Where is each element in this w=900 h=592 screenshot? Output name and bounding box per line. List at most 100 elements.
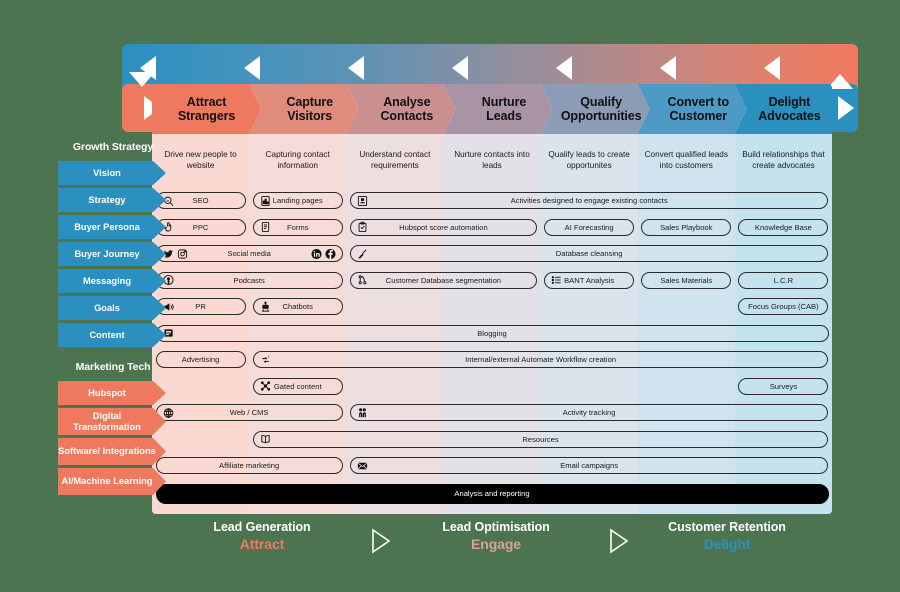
pill-lcr[interactable]: L.C.R — [738, 271, 829, 289]
stage-header-5[interactable]: Qualify Opportunities — [540, 84, 650, 134]
stage-title-line2: Contacts — [380, 109, 434, 123]
pill-right-icons — [311, 248, 336, 259]
pill-email-campaigns[interactable]: Email campaigns — [349, 457, 829, 474]
pill-ppc[interactable]: PPC — [155, 218, 246, 236]
pill-bant-analysis[interactable]: BANT Analysis — [544, 271, 635, 289]
stage-title-line2: Customer — [669, 109, 728, 123]
sidebar-item-digital-transformation[interactable]: Digital Transformation — [58, 408, 166, 435]
contact-card-icon — [357, 195, 368, 206]
segment-icon — [357, 275, 368, 286]
funnel-panel: Attract Strangers Capture Visitors Analyse Co… — [152, 84, 832, 514]
triangle-left-icon — [452, 56, 468, 80]
stage-title-line2: Visitors — [287, 109, 333, 123]
pill-resources[interactable]: Resources — [252, 430, 829, 448]
sidebar-item-label: Content — [89, 329, 125, 340]
pill-focus-groups[interactable]: Focus Groups (CAB) — [738, 298, 829, 315]
workflow-icon: 1 — [260, 354, 271, 365]
stage-description-text: Build relationships that create advocate… — [742, 150, 825, 170]
facebook-icon — [325, 248, 336, 259]
stage-description-text: Understand contact requirements — [359, 150, 431, 170]
stage-header-3[interactable]: Analyse Contacts — [346, 84, 456, 134]
footer-section-title: Customer Retention — [668, 520, 786, 534]
sidebar-item-ai-machine-learning[interactable]: AI/Machine Learning — [58, 468, 166, 495]
stage-header-4[interactable]: Nurture Leads — [443, 84, 553, 134]
pill-social-media[interactable]: Social media — [155, 245, 343, 262]
stage-header-6[interactable]: Convert to Customer — [637, 84, 747, 134]
sidebar-item-label: Digital Transformation — [73, 411, 141, 432]
pill-gated-content[interactable]: Gated content — [252, 377, 343, 395]
pill-customer-database-segmentation[interactable]: Customer Database segmentation — [349, 271, 538, 289]
pill-landing-pages[interactable]: Landing pages — [252, 192, 343, 209]
pill-label: AI Forecasting — [564, 222, 614, 232]
stage-header-2[interactable]: Capture Visitors — [249, 84, 359, 134]
pill-pr[interactable]: PR — [155, 298, 246, 315]
pill-analysis-reporting[interactable]: Analysis and reporting — [155, 483, 829, 504]
sidebar-item-messaging[interactable]: Messaging — [58, 269, 166, 293]
sidebar-item-label: AI/Machine Learning — [61, 476, 153, 487]
sidebar-item-buyer-persona[interactable]: Buyer Persona — [58, 215, 166, 239]
triangle-down-icon — [129, 72, 155, 87]
sidebar-item-software-integrations[interactable]: Software/ Integrations — [58, 438, 166, 465]
pill-activities-engage[interactable]: Activities designed to engage existing c… — [349, 192, 829, 209]
pill-web-cms[interactable]: Web / CMS — [155, 404, 343, 421]
pill-activity-tracking[interactable]: Activity tracking — [349, 404, 829, 421]
infographic-root: Attract Strangers Capture Visitors Analyse Co… — [0, 0, 900, 592]
pill-blogging[interactable]: Blogging — [155, 324, 829, 342]
stage-title-line1: Nurture — [481, 95, 527, 109]
linkedin-icon — [311, 248, 322, 259]
instagram-icon — [177, 248, 188, 259]
sidebar-item-strategy[interactable]: Strategy — [58, 188, 166, 212]
pill-knowledge-base[interactable]: Knowledge Base — [738, 218, 829, 236]
sidebar-item-buyer-journey[interactable]: Buyer Journey — [58, 242, 166, 266]
clipboard-check-icon — [357, 221, 368, 233]
form-doc-icon — [260, 221, 271, 233]
stage-title-line1: Qualify — [580, 95, 622, 109]
pill-label: L.C.R — [773, 275, 794, 285]
stage-description-text: Capturing contact information — [265, 150, 330, 170]
broom-icon — [357, 248, 368, 259]
pill-database-cleansing[interactable]: Database cleansing — [349, 245, 829, 262]
pill-label: Blogging — [477, 328, 507, 338]
pill-label: Activity tracking — [562, 408, 616, 417]
sidebar-item-label: Software/ Integrations — [58, 446, 156, 457]
stage-description-row: Drive new people to website Capturing con… — [152, 134, 832, 188]
pill-sales-materials[interactable]: Sales Materials — [641, 271, 732, 289]
sidebar-item-hubspot[interactable]: Hubspot — [58, 381, 166, 405]
stage-header-1[interactable]: Attract Strangers — [152, 84, 262, 134]
pill-label: Customer Database segmentation — [385, 275, 502, 285]
stage-header-7[interactable]: Delight Advocates — [734, 84, 832, 134]
stage-title-line2: Advocates — [758, 109, 821, 123]
footer-section-title: Lead Generation — [213, 520, 311, 534]
pill-label: Database cleansing — [555, 249, 623, 258]
footer-section-2: Lead Optimisation Engage — [386, 520, 606, 552]
pill-affiliate-marketing[interactable]: Affiliate marketing — [155, 457, 343, 474]
pill-sales-playbook[interactable]: Sales Playbook — [641, 218, 732, 236]
pill-surveys[interactable]: Surveys — [738, 377, 829, 395]
pill-seo[interactable]: SEO — [155, 192, 246, 209]
pill-label: Email campaigns — [560, 461, 619, 470]
pill-label: Advertising — [181, 355, 220, 364]
pill-advertising[interactable]: Advertising — [155, 351, 246, 368]
footer-section-title: Lead Optimisation — [442, 520, 550, 534]
pill-workflow-creation[interactable]: 1 Internal/external Automate Workflow cre… — [252, 351, 829, 368]
pill-chatbots[interactable]: Chatbots — [252, 298, 343, 315]
sidebar-group-title: Growth Strategy — [72, 141, 154, 153]
book-icon — [260, 434, 271, 445]
stage-description-text: Convert qualified leads into customers — [644, 150, 728, 170]
stage-title-line2: Leads — [486, 109, 522, 123]
triangle-left-icon — [764, 56, 780, 80]
sidebar-item-content[interactable]: Content — [58, 323, 166, 347]
stage-title-line2: Opportunities — [560, 109, 642, 123]
pill-ai-forecasting[interactable]: AI Forecasting — [544, 218, 635, 236]
pill-hubspot-score-automation[interactable]: Hubspot score automation — [349, 218, 538, 236]
footer-section-subtitle: Engage — [471, 536, 521, 552]
pill-forms[interactable]: Forms — [252, 218, 343, 236]
sidebar-item-goals[interactable]: Goals — [58, 296, 166, 320]
hub-icon — [260, 381, 271, 392]
blog-icon — [163, 328, 174, 339]
triangle-left-icon — [556, 56, 572, 80]
footer-section-1: Lead Generation Attract — [152, 520, 372, 552]
pill-label: Sales Playbook — [660, 222, 713, 232]
pill-podcasts[interactable]: Podcasts — [155, 271, 343, 289]
sidebar-item-vision[interactable]: Vision — [58, 161, 166, 185]
